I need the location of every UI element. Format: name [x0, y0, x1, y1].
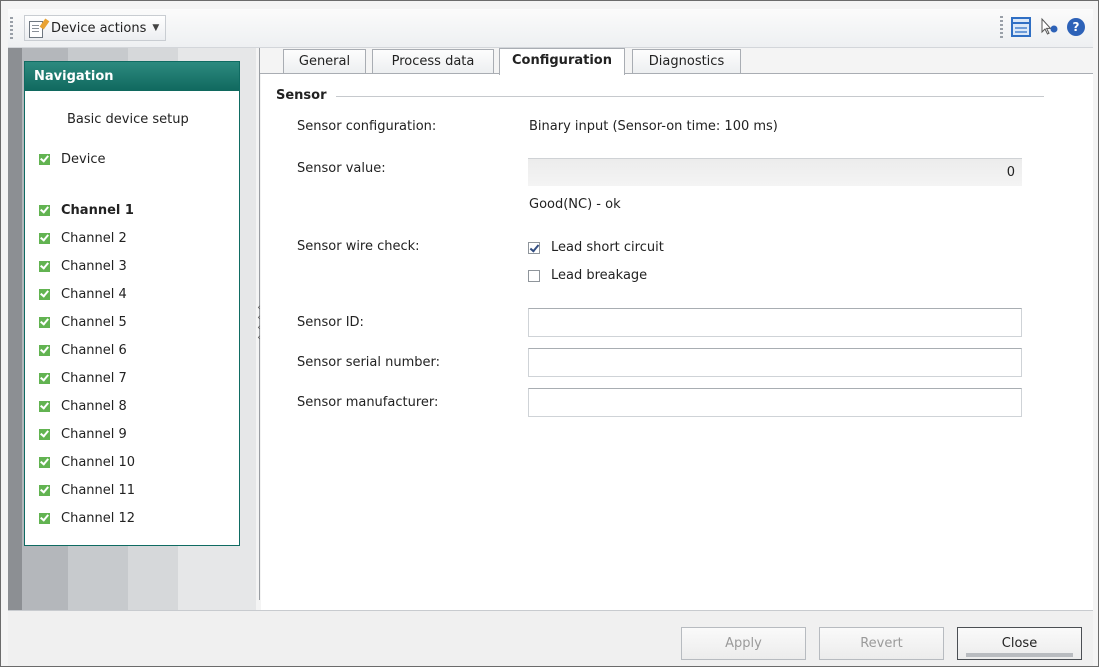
status-ok-icon: [39, 513, 50, 524]
nav-item-label: Device: [61, 152, 106, 167]
lead-short-circuit-option[interactable]: Lead short circuit: [528, 240, 664, 255]
nav-item-channel-9[interactable]: Channel 9: [39, 427, 127, 442]
nav-item-channel-6[interactable]: Channel 6: [39, 343, 127, 358]
navigation-panel: Navigation Basic device setup Device Chan…: [24, 61, 240, 546]
sensor-serial-number-input[interactable]: [528, 348, 1022, 377]
status-ok-icon: [39, 485, 50, 496]
sensor-value-field: 0: [528, 158, 1022, 186]
nav-item-channel-12[interactable]: Channel 12: [39, 511, 135, 526]
nav-item-label: Channel 4: [61, 287, 127, 302]
tab-configuration[interactable]: Configuration: [499, 48, 625, 75]
sensor-wire-check-label: Sensor wire check:: [297, 239, 420, 254]
toolbar-separator: [1000, 16, 1003, 38]
sensor-value-status: Good(NC) - ok: [529, 197, 621, 212]
status-ok-icon: [39, 373, 50, 384]
nav-item-label: Channel 8: [61, 399, 127, 414]
nav-item-label: Channel 3: [61, 259, 127, 274]
nav-item-channel-4[interactable]: Channel 4: [39, 287, 127, 302]
chevron-down-icon: ▼: [152, 23, 160, 33]
nav-item-channel-8[interactable]: Channel 8: [39, 399, 127, 414]
nav-item-label: Channel 7: [61, 371, 127, 386]
apply-button[interactable]: Apply: [681, 627, 806, 660]
nav-item-label: Channel 2: [61, 231, 127, 246]
nav-item-channel-11[interactable]: Channel 11: [39, 483, 135, 498]
nav-item-channel-10[interactable]: Channel 10: [39, 455, 135, 470]
lead-breakage-label: Lead breakage: [551, 268, 648, 283]
nav-item-label: Channel 1: [61, 203, 134, 218]
nav-item-channel-7[interactable]: Channel 7: [39, 371, 127, 386]
help-icon[interactable]: ?: [1067, 18, 1085, 36]
status-ok-icon: [39, 457, 50, 468]
nav-item-channel-2[interactable]: Channel 2: [39, 231, 127, 246]
sensor-manufacturer-label: Sensor manufacturer:: [297, 395, 439, 410]
nav-item-channel-1[interactable]: Channel 1: [39, 203, 134, 218]
status-ok-icon: [39, 233, 50, 244]
section-divider: [336, 96, 1044, 97]
sensor-value-label: Sensor value:: [297, 161, 386, 176]
sensor-configuration-value: Binary input (Sensor-on time: 100 ms): [529, 119, 778, 134]
sensor-serial-number-label: Sensor serial number:: [297, 355, 441, 370]
lead-short-circuit-checkbox[interactable]: [528, 241, 540, 254]
nav-item-basic-device-setup[interactable]: Basic device setup: [67, 112, 189, 127]
tab-process-data[interactable]: Process data: [372, 49, 494, 74]
toolbar-grip[interactable]: [10, 17, 13, 39]
status-ok-icon: [39, 154, 50, 165]
status-ok-icon: [39, 289, 50, 300]
nav-item-channel-3[interactable]: Channel 3: [39, 259, 127, 274]
device-actions-label: Device actions: [51, 20, 147, 36]
configuration-panel: [261, 74, 1093, 610]
status-ok-icon: [39, 401, 50, 412]
nav-item-label: Channel 6: [61, 343, 127, 358]
window-layout-icon[interactable]: [1011, 17, 1031, 37]
nav-item-device[interactable]: Device: [39, 152, 105, 167]
nav-item-label: Channel 9: [61, 427, 127, 442]
close-button[interactable]: Close: [957, 627, 1082, 660]
sensor-id-input[interactable]: [528, 308, 1022, 337]
status-ok-icon: [39, 345, 50, 356]
tab-diagnostics[interactable]: Diagnostics: [632, 49, 741, 74]
nav-item-label: Channel 10: [61, 455, 136, 470]
device-actions-button[interactable]: Device actions ▼: [24, 15, 167, 41]
lead-short-circuit-label: Lead short circuit: [551, 240, 664, 255]
context-help-icon[interactable]: [1039, 17, 1059, 37]
device-actions-icon: [29, 18, 50, 38]
lead-breakage-option[interactable]: Lead breakage: [528, 268, 647, 283]
status-ok-icon: [39, 261, 50, 272]
sensor-configuration-label: Sensor configuration:: [297, 119, 437, 134]
status-ok-icon: [39, 429, 50, 440]
sensor-id-label: Sensor ID:: [297, 315, 364, 330]
revert-button[interactable]: Revert: [819, 627, 944, 660]
nav-item-channel-5[interactable]: Channel 5: [39, 315, 127, 330]
nav-item-label: Channel 11: [61, 483, 136, 498]
section-title-sensor: Sensor: [276, 88, 327, 103]
sensor-manufacturer-input[interactable]: [528, 388, 1022, 417]
lead-breakage-checkbox[interactable]: [528, 269, 540, 282]
toolbar: Device actions ▼ ?: [8, 9, 1093, 48]
status-ok-icon: [39, 317, 50, 328]
tab-general[interactable]: General: [283, 49, 366, 74]
nav-item-label: Channel 12: [61, 511, 136, 526]
status-ok-icon: [39, 205, 50, 216]
navigation-header: Navigation: [25, 62, 239, 91]
nav-item-label: Channel 5: [61, 315, 127, 330]
